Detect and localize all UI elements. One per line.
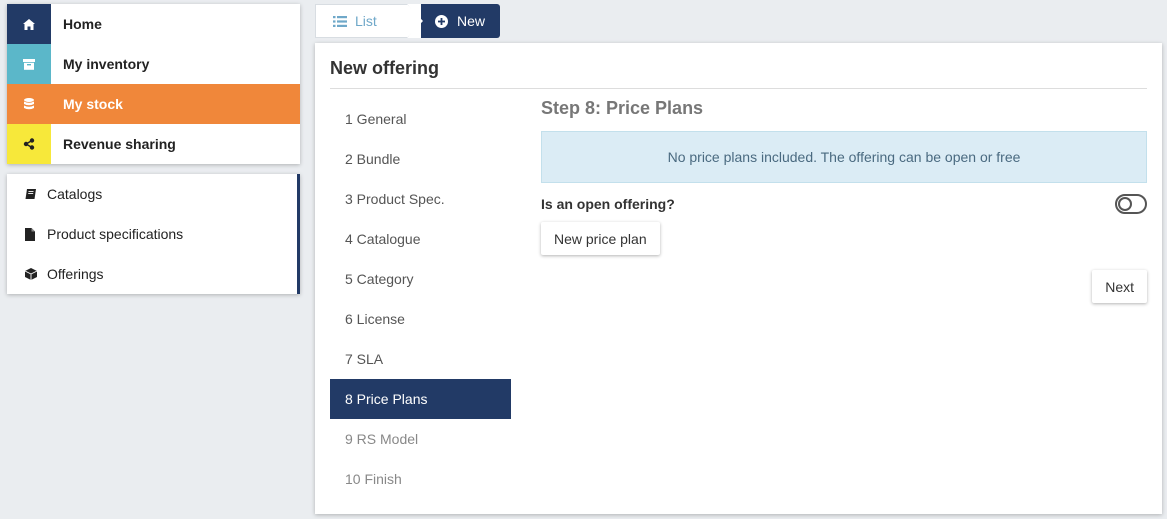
open-offering-row: Is an open offering?: [541, 194, 1147, 214]
step-item-price-plans[interactable]: 8 Price Plans: [330, 379, 511, 419]
sub-nav-item-label: Product specifications: [47, 226, 184, 242]
home-icon: [7, 4, 51, 44]
divider: [330, 88, 1147, 89]
breadcrumb-new[interactable]: New: [407, 4, 501, 38]
breadcrumb-list-label: List: [355, 13, 377, 29]
step-item-license[interactable]: 6 License: [330, 299, 511, 339]
toggle-knob: [1118, 197, 1132, 211]
nav-item-home[interactable]: Home: [7, 4, 300, 44]
new-price-plan-button[interactable]: New price plan: [541, 222, 660, 255]
sub-nav-item-label: Offerings: [47, 266, 104, 282]
cube-icon: [25, 268, 47, 280]
step-item-category[interactable]: 5 Category: [330, 259, 511, 299]
sub-nav-item-catalogs[interactable]: Catalogs: [7, 174, 297, 214]
next-button[interactable]: Next: [1092, 270, 1147, 303]
step-item-finish: 10 Finish: [345, 471, 402, 487]
step-item-rs-model: 9 RS Model: [345, 431, 419, 447]
breadcrumb-new-label: New: [457, 13, 486, 29]
breadcrumb: List New: [315, 4, 501, 38]
new-offering-panel: New offering 1 General 2 Bundle 3 Produc…: [315, 43, 1162, 514]
nav-item-revenue-sharing[interactable]: Revenue sharing: [7, 124, 300, 164]
step-item-product-spec[interactable]: 3 Product Spec.: [330, 179, 511, 219]
sub-nav: Catalogs Product specifications Offering…: [7, 174, 300, 294]
plus-circle-icon: [435, 14, 448, 28]
nav-item-my-inventory[interactable]: My inventory: [7, 44, 300, 84]
breadcrumb-list[interactable]: List: [315, 4, 407, 38]
nav-item-label: Home: [63, 16, 102, 32]
step-title: Step 8: Price Plans: [541, 98, 704, 118]
database-icon: [7, 84, 51, 124]
open-offering-label: Is an open offering?: [541, 196, 675, 212]
step-item-catalogue[interactable]: 4 Catalogue: [330, 219, 511, 259]
open-offering-toggle[interactable]: [1115, 194, 1147, 214]
sub-nav-item-label: Catalogs: [47, 186, 103, 202]
step-item-bundle[interactable]: 2 Bundle: [330, 139, 511, 179]
nav-item-label: My stock: [63, 96, 123, 112]
nav-item-my-stock[interactable]: My stock: [7, 84, 300, 124]
step-item-sla[interactable]: 7 SLA: [330, 339, 511, 379]
book-icon: [25, 188, 47, 200]
archive-icon: [7, 44, 51, 84]
info-alert: No price plans included. The offering ca…: [541, 131, 1147, 183]
step-item-general[interactable]: 1 General: [330, 99, 511, 139]
breadcrumb-arrow: [407, 4, 423, 38]
nav-item-label: Revenue sharing: [63, 136, 176, 152]
list-icon: [333, 15, 347, 27]
share-icon: [7, 124, 51, 164]
sub-nav-item-product-specifications[interactable]: Product specifications: [7, 214, 297, 254]
nav-item-label: My inventory: [63, 56, 150, 72]
page-title: New offering: [330, 58, 440, 78]
step-list: 1 General 2 Bundle 3 Product Spec. 4 Cat…: [330, 99, 511, 499]
main-nav: Home My inventory My stock Revenue shari…: [7, 4, 300, 164]
file-icon: [25, 227, 47, 241]
step-content: Step 8: Price Plans No price plans inclu…: [541, 98, 1147, 303]
sub-nav-item-offerings[interactable]: Offerings: [7, 254, 297, 294]
info-message: No price plans included. The offering ca…: [667, 149, 1021, 165]
